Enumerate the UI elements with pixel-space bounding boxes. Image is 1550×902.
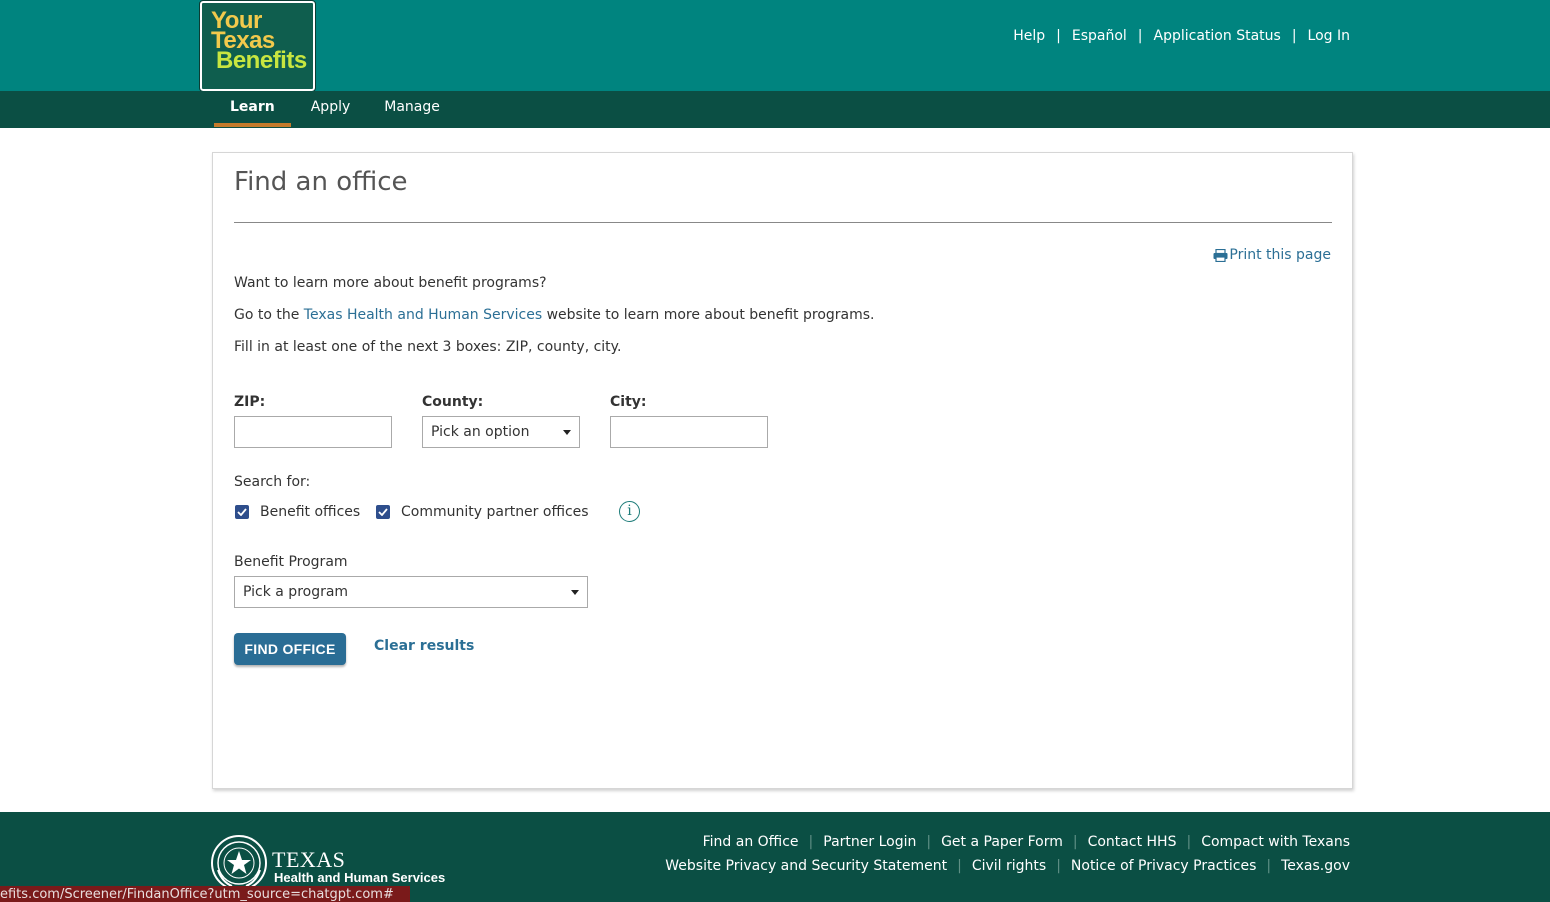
footer-civil-rights-link[interactable]: Civil rights	[972, 858, 1046, 874]
espanol-link[interactable]: Español	[1072, 28, 1127, 44]
footer-links-row-1: Find an Office | Partner Login | Get a P…	[703, 834, 1350, 850]
goto-prefix: Go to the	[234, 307, 304, 323]
instructions-text: Fill in at least one of the next 3 boxes…	[234, 339, 622, 355]
application-status-link[interactable]: Application Status	[1154, 28, 1281, 44]
footer-find-office-link[interactable]: Find an Office	[703, 834, 799, 850]
main-nav-bar: Learn Apply Manage	[0, 91, 1550, 128]
hhs-website-link[interactable]: Texas Health and Human Services	[304, 307, 542, 323]
separator: |	[1186, 834, 1192, 850]
footer-paper-form-link[interactable]: Get a Paper Form	[941, 834, 1063, 850]
find-office-card: Find an office Print this page Want to l…	[212, 152, 1353, 789]
separator: |	[1266, 858, 1272, 874]
tab-apply[interactable]: Apply	[291, 91, 369, 128]
benefit-offices-label: Benefit offices	[260, 504, 361, 520]
tab-learn[interactable]: Learn	[214, 91, 291, 128]
intro-question: Want to learn more about benefit program…	[234, 275, 547, 291]
utility-nav: Help | Español | Application Status | Lo…	[1013, 28, 1350, 44]
county-label: County:	[422, 394, 484, 410]
footer-partner-login-link[interactable]: Partner Login	[823, 834, 916, 850]
clear-results-link[interactable]: Clear results	[374, 638, 474, 654]
separator: |	[1056, 28, 1061, 44]
main-nav: Learn Apply Manage	[214, 91, 456, 128]
separator: |	[1056, 858, 1061, 874]
separator: |	[1137, 28, 1143, 44]
footer-privacy-security-link[interactable]: Website Privacy and Security Statement	[665, 858, 947, 874]
footer-compact-link[interactable]: Compact with Texans	[1201, 834, 1350, 850]
help-link[interactable]: Help	[1013, 28, 1045, 44]
community-partner-offices-label: Community partner offices	[401, 504, 589, 520]
separator: |	[926, 834, 932, 850]
info-icon[interactable]: i	[619, 501, 640, 522]
title-divider	[234, 222, 1332, 223]
find-office-button[interactable]: FIND OFFICE	[234, 633, 346, 665]
hhs-org-subtitle: Health and Human Services	[274, 870, 446, 885]
log-in-link[interactable]: Log In	[1308, 28, 1350, 44]
separator: |	[957, 858, 962, 874]
benefit-offices-checkbox[interactable]: Benefit offices	[235, 504, 360, 520]
footer-privacy-practices-link[interactable]: Notice of Privacy Practices	[1071, 858, 1256, 874]
county-select[interactable]: Pick an option	[422, 416, 580, 448]
your-texas-benefits-logo[interactable]: Your Texas Benefits	[199, 0, 316, 92]
footer-texas-gov-link[interactable]: Texas.gov	[1281, 858, 1350, 874]
tab-manage[interactable]: Manage	[368, 91, 456, 128]
separator: |	[1291, 28, 1297, 44]
caret-down-icon	[563, 430, 571, 435]
benefit-program-select[interactable]: Pick a program	[234, 576, 588, 608]
print-page-label: Print this page	[1229, 247, 1331, 263]
footer-links-row-2: Website Privacy and Security Statement |…	[665, 858, 1350, 874]
texas-seal-icon	[211, 835, 267, 891]
checkmark-icon[interactable]	[235, 505, 249, 519]
page-title: Find an office	[234, 167, 408, 197]
print-page-link[interactable]: Print this page	[1213, 247, 1331, 263]
goto-suffix: website to learn more about benefit prog…	[542, 307, 875, 323]
benefit-program-selected-value: Pick a program	[243, 584, 349, 600]
caret-down-icon	[571, 590, 579, 595]
logo-line-3: Benefits	[216, 47, 307, 74]
header-bar: Your Texas Benefits Help | Español | App…	[0, 0, 1550, 92]
benefit-program-label: Benefit Program	[234, 554, 348, 570]
printer-icon	[1213, 248, 1228, 262]
separator: |	[1072, 834, 1078, 850]
search-for-label: Search for:	[234, 474, 311, 490]
checkmark-icon[interactable]	[376, 505, 390, 519]
hhs-info-text: Go to the Texas Health and Human Service…	[234, 307, 875, 323]
separator: |	[808, 834, 814, 850]
city-label: City:	[610, 394, 647, 410]
zip-label: ZIP:	[234, 394, 266, 410]
browser-status-url: efits.com/Screener/FindanOffice?utm_sour…	[0, 886, 410, 902]
footer-contact-hhs-link[interactable]: Contact HHS	[1088, 834, 1177, 850]
community-partner-offices-checkbox[interactable]: Community partner offices	[376, 504, 589, 520]
city-input[interactable]	[610, 416, 768, 448]
county-selected-value: Pick an option	[431, 424, 530, 440]
zip-input[interactable]	[234, 416, 392, 448]
